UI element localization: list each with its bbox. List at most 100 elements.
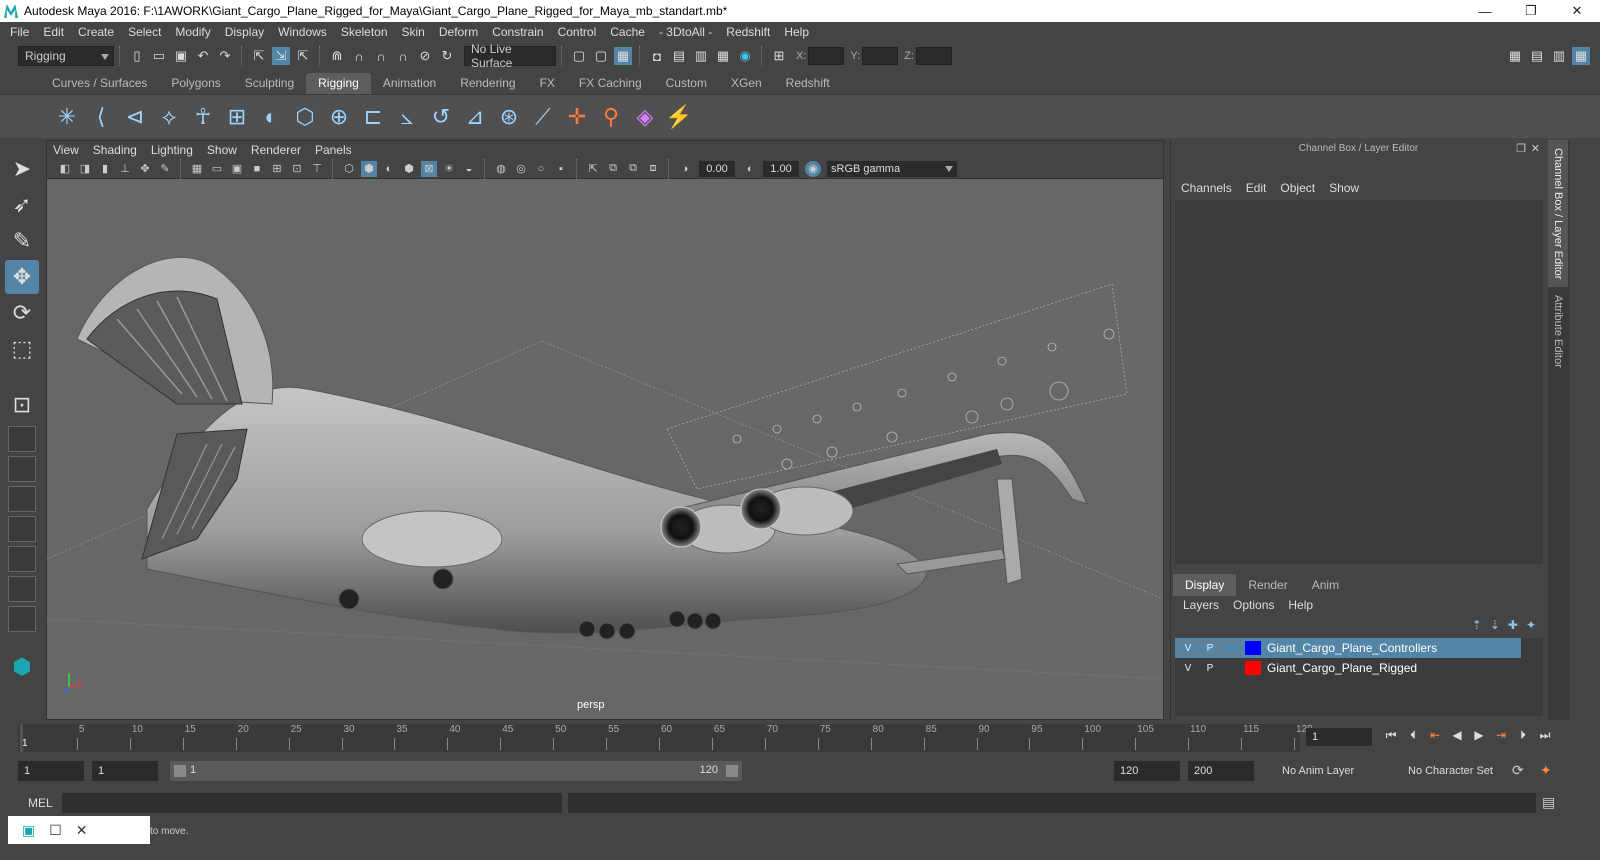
anim-layer-dropdown[interactable]: No Anim Layer (1276, 761, 1394, 781)
screen-space-ao-icon[interactable]: ◍ (493, 161, 509, 177)
character-set-dropdown[interactable]: No Character Set (1402, 761, 1508, 781)
layer-playback-toggle[interactable]: P (1201, 661, 1219, 675)
ik-spline-icon[interactable]: ⊲ (120, 102, 150, 132)
isolate-select-icon[interactable]: ⇱ (585, 161, 601, 177)
live-surface-field[interactable]: No Live Surface (464, 42, 556, 70)
menu-windows[interactable]: Windows (278, 25, 327, 39)
menu-redshift[interactable]: Redshift (726, 25, 770, 39)
layout-more-icon[interactable] (8, 606, 36, 632)
select-tool-icon[interactable]: ➤ (5, 152, 39, 186)
new-layer-icon[interactable]: ✚ (1508, 618, 1518, 632)
range-slider-left-handle[interactable] (174, 765, 186, 777)
lasso-tool-icon[interactable]: ➶ (5, 188, 39, 222)
go-to-start-icon[interactable]: ⏮ (1380, 728, 1402, 743)
last-tool-icon[interactable]: ⊡ (5, 388, 39, 422)
close-button[interactable]: ✕ (1554, 0, 1600, 22)
paint-select-icon[interactable]: ✎ (5, 224, 39, 258)
channel-list-area[interactable] (1175, 200, 1543, 564)
open-scene-icon[interactable]: ▭ (150, 47, 168, 65)
gamma-field[interactable]: 1.00 (763, 160, 799, 177)
paint-weights-icon[interactable]: ◈ (630, 102, 660, 132)
bind-skin-icon[interactable]: ⊞ (222, 102, 252, 132)
frame-all-icon[interactable]: ⧈ (645, 161, 661, 177)
select-component-icon[interactable]: ⇱ (294, 47, 312, 65)
side-tab-channel-box[interactable]: Channel Box / Layer Editor (1548, 140, 1568, 288)
new-layer-selected-icon[interactable]: ✦ (1526, 618, 1536, 632)
le-menu-options[interactable]: Options (1233, 598, 1274, 612)
point-constraint-icon[interactable]: ⊏ (358, 102, 388, 132)
locator-icon[interactable]: ✛ (562, 102, 592, 132)
cb-menu-object[interactable]: Object (1280, 181, 1315, 195)
aim-constraint-icon[interactable]: ⦣ (392, 102, 422, 132)
menu-display[interactable]: Display (225, 25, 264, 39)
shelf-tab-xgen[interactable]: XGen (719, 73, 774, 94)
layer-visibility-toggle[interactable]: V (1179, 661, 1197, 675)
playback-start-field[interactable]: 1 (92, 761, 158, 781)
y-field[interactable] (862, 47, 899, 65)
pole-vector-icon[interactable]: ⟋ (528, 102, 558, 132)
close-panel-icon[interactable]: ✕ (1531, 142, 1540, 155)
orient-constraint-icon[interactable]: ↺ (426, 102, 456, 132)
bookmark-icon[interactable]: ▮ (97, 161, 113, 177)
film-gate-icon[interactable]: ▭ (209, 161, 225, 177)
cb-menu-edit[interactable]: Edit (1246, 181, 1267, 195)
maya-home-icon[interactable]: ⬢ (5, 650, 39, 684)
layout-persp-outliner-icon[interactable] (8, 516, 36, 542)
scale-constraint-icon[interactable]: ⊿ (460, 102, 490, 132)
dof-icon[interactable]: ▪ (553, 161, 569, 177)
menu-skeleton[interactable]: Skeleton (341, 25, 388, 39)
select-object-icon[interactable]: ⇲ (272, 47, 290, 65)
gate-mask-icon[interactable]: ■ (249, 161, 265, 177)
snap-grid-icon[interactable]: ⋒ (328, 47, 346, 65)
cb-menu-show[interactable]: Show (1329, 181, 1359, 195)
layer-tab-anim[interactable]: Anim (1300, 574, 1351, 596)
undo-icon[interactable]: ↶ (194, 47, 212, 65)
layer-playback-toggle[interactable]: P (1201, 641, 1219, 655)
insert-joint-icon[interactable]: ⟡ (154, 102, 184, 132)
auto-key-icon[interactable]: ⟳ (1512, 762, 1524, 779)
modeling-toolkit-icon[interactable]: ▦ (1506, 47, 1524, 65)
input-ops-icon[interactable]: ▢ (570, 47, 588, 65)
twod-pan-icon[interactable]: ✥ (137, 161, 153, 177)
minimize-button[interactable]: — (1462, 0, 1508, 22)
current-frame-field[interactable]: 1 (1306, 728, 1372, 746)
step-forward-key-icon[interactable]: ⇥ (1490, 728, 1512, 743)
shelf-tab-sculpting[interactable]: Sculpting (233, 73, 306, 94)
play-forward-icon[interactable]: ▶ (1468, 728, 1490, 743)
layout-side-icon[interactable] (8, 486, 36, 512)
time-slider-track[interactable]: 1 5 10 15 20 25 30 35 40 45 50 55 60 65 70 75 80 85 90 95 1… (18, 724, 1313, 752)
render-settings-icon[interactable]: ▦ (714, 47, 732, 65)
shelf-tab-redshift[interactable]: Redshift (774, 73, 842, 94)
gamma-icon[interactable]: ◖ (741, 161, 757, 177)
layer-row[interactable]: V P Giant_Cargo_Plane_Rigged (1175, 658, 1543, 678)
vp-menu-lighting[interactable]: Lighting (151, 143, 193, 157)
step-back-key-icon[interactable]: ⇤ (1424, 728, 1446, 743)
play-backward-icon[interactable]: ◀ (1446, 728, 1468, 743)
vp-menu-shading[interactable]: Shading (93, 143, 137, 157)
rotate-tool-icon[interactable]: ⟳ (5, 296, 39, 330)
color-space-dropdown[interactable]: sRGB gamma (827, 160, 957, 177)
hypershade-icon[interactable]: ◉ (736, 47, 754, 65)
step-back-icon[interactable]: ⏴ (1402, 728, 1424, 743)
default-material-icon[interactable]: ◐ (381, 161, 397, 177)
scene-end-field[interactable]: 200 (1188, 761, 1254, 781)
field-chart-icon[interactable]: ⊞ (269, 161, 285, 177)
maya-window-icon[interactable]: ▣ (22, 822, 35, 839)
cb-menu-channels[interactable]: Channels (1181, 181, 1232, 195)
render-view-icon[interactable]: ◘ (648, 47, 666, 65)
anim-prefs-icon[interactable]: ✦ (1540, 762, 1552, 779)
lattice-icon[interactable]: ⬡ (290, 102, 320, 132)
close-icon[interactable]: ✕ (76, 822, 88, 839)
menu-3dtoall[interactable]: - 3DtoAll - (659, 25, 712, 39)
snap-live-icon[interactable]: ↻ (438, 47, 456, 65)
resolution-gate-icon[interactable]: ▣ (229, 161, 245, 177)
grease-pencil-icon[interactable]: ✎ (157, 161, 173, 177)
render-frame-icon[interactable]: ▤ (670, 47, 688, 65)
menu-select[interactable]: Select (128, 25, 161, 39)
side-tab-attribute-editor[interactable]: Attribute Editor (1548, 287, 1568, 376)
z-field[interactable] (915, 47, 952, 65)
menu-skin[interactable]: Skin (402, 25, 425, 39)
layer-display-type-toggle[interactable] (1223, 641, 1241, 655)
mel-input[interactable] (62, 793, 562, 813)
restore-icon[interactable]: ☐ (49, 822, 62, 839)
